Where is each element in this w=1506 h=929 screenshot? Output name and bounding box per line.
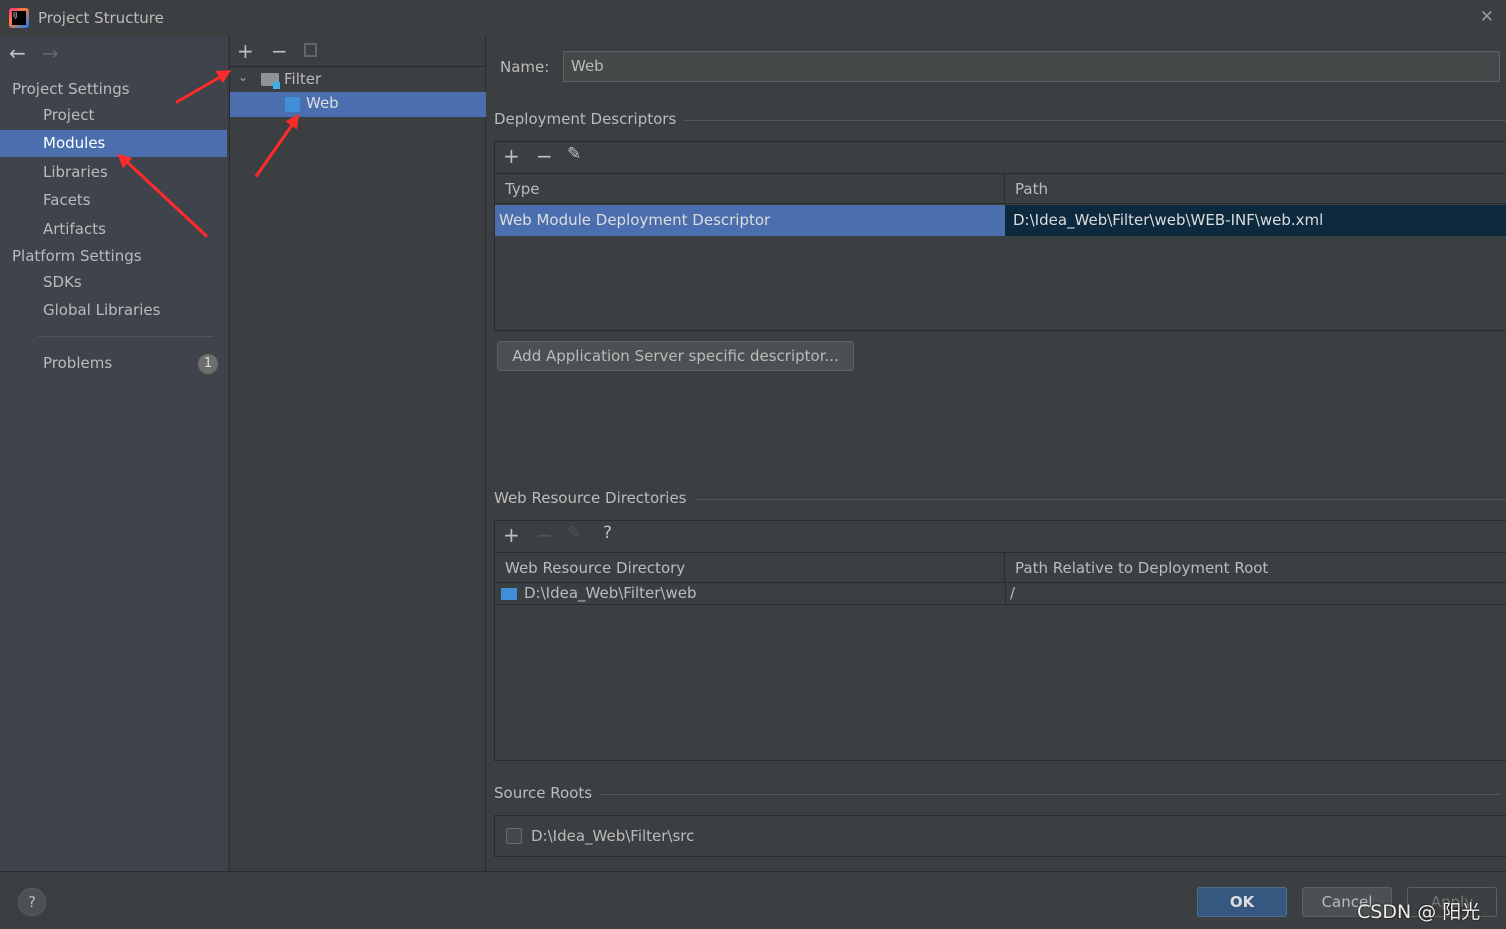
sidebar-item-label: SDKs: [43, 273, 82, 291]
name-input[interactable]: Web: [563, 51, 1500, 82]
remove-icon[interactable]: −: [536, 523, 553, 547]
remove-icon[interactable]: −: [536, 144, 553, 168]
section-project-settings: Project Settings: [12, 80, 130, 98]
add-server-descriptor-button[interactable]: Add Application Server specific descript…: [497, 341, 854, 371]
source-root-checkbox[interactable]: [506, 828, 522, 844]
web-resource-directories-title: Web Resource Directories: [494, 489, 1506, 507]
column-path-relative[interactable]: Path Relative to Deployment Root: [1005, 552, 1506, 583]
help-button[interactable]: ?: [18, 888, 46, 916]
remove-icon[interactable]: −: [271, 39, 288, 63]
edit-pencil-icon[interactable]: ✎: [567, 523, 581, 543]
back-arrow-icon[interactable]: ←: [9, 41, 26, 65]
descriptor-type: Web Module Deployment Descriptor: [495, 205, 1005, 236]
source-root-path: D:\Idea_Web\Filter\src: [531, 827, 695, 845]
sidebar-item-artifacts[interactable]: Artifacts: [0, 216, 227, 243]
watermark: CSDN @ 阳光: [1357, 901, 1481, 923]
dialog-footer: ? OK Cancel Apply CSDN @ 阳光: [0, 871, 1506, 929]
column-type[interactable]: Type: [495, 173, 1005, 204]
sidebar-item-project[interactable]: Project: [0, 102, 227, 129]
resource-dir: D:\Idea_Web\Filter\web: [524, 584, 697, 602]
sidebar-item-label: Libraries: [43, 163, 108, 181]
tree-node-label: Web: [306, 94, 339, 112]
descriptor-path: D:\Idea_Web\Filter\web\WEB-INF\web.xml: [1005, 205, 1506, 236]
table-row[interactable]: D:\Idea_Web\Filter\web /: [495, 584, 1506, 605]
column-web-resource-directory[interactable]: Web Resource Directory: [495, 552, 1005, 583]
folder-icon: [501, 588, 517, 600]
title-bar: IJ Project Structure ✕: [0, 0, 1506, 36]
sidebar-item-libraries[interactable]: Libraries: [0, 159, 227, 186]
source-roots-list: D:\Idea_Web\Filter\src: [494, 815, 1506, 857]
folder-icon: [261, 73, 280, 89]
section-platform-settings: Platform Settings: [12, 247, 142, 265]
sidebar-item-facets[interactable]: Facets: [0, 187, 227, 214]
close-icon[interactable]: ✕: [1480, 7, 1494, 27]
add-icon[interactable]: +: [503, 144, 520, 168]
sidebar: ← → Project Settings Project Modules Lib…: [0, 36, 227, 871]
sidebar-item-label: Problems: [43, 354, 113, 372]
add-icon[interactable]: +: [237, 39, 254, 63]
column-path[interactable]: Path: [1005, 173, 1506, 204]
table-row[interactable]: Web Module Deployment Descriptor D:\Idea…: [495, 205, 1506, 236]
resource-relative-path: /: [1005, 584, 1015, 605]
sidebar-item-label: Project: [43, 106, 95, 124]
problems-count-badge: 1: [198, 354, 218, 374]
chevron-down-icon[interactable]: ⌄: [238, 70, 248, 84]
divider: [38, 336, 213, 337]
add-icon[interactable]: +: [503, 523, 520, 547]
tree-node-filter[interactable]: Filter: [284, 70, 321, 88]
name-value: Web: [571, 57, 604, 75]
intellij-logo-icon: IJ: [9, 8, 29, 28]
help-icon[interactable]: ?: [603, 523, 612, 543]
deployment-descriptors-title: Deployment Descriptors: [494, 110, 1506, 128]
edit-pencil-icon[interactable]: ✎: [567, 144, 581, 164]
web-resource-table: + − ✎ ? Web Resource Directory Path Rela…: [494, 520, 1506, 761]
sidebar-item-label: Artifacts: [43, 220, 106, 238]
module-settings: Name: Web Deployment Descriptors + − ✎ T…: [487, 36, 1506, 871]
forward-arrow-icon[interactable]: →: [42, 41, 59, 65]
name-label: Name:: [500, 58, 550, 76]
sidebar-item-problems[interactable]: Problems 1: [0, 350, 227, 377]
sidebar-item-label: Global Libraries: [43, 301, 161, 319]
deployment-descriptors-table: + − ✎ Type Path Web Module Deployment De…: [494, 141, 1506, 331]
source-roots-title: Source Roots: [494, 784, 1502, 802]
window-title: Project Structure: [38, 9, 164, 27]
sidebar-item-global-libraries[interactable]: Global Libraries: [0, 297, 227, 324]
sidebar-item-label: Facets: [43, 191, 91, 209]
sidebar-item-modules[interactable]: Modules: [0, 130, 227, 157]
tree-node-web[interactable]: Web: [230, 92, 486, 117]
sidebar-item-label: Modules: [43, 134, 106, 152]
ok-button[interactable]: OK: [1197, 887, 1287, 917]
sidebar-item-sdks[interactable]: SDKs: [0, 269, 227, 296]
copy-icon[interactable]: [304, 43, 317, 57]
